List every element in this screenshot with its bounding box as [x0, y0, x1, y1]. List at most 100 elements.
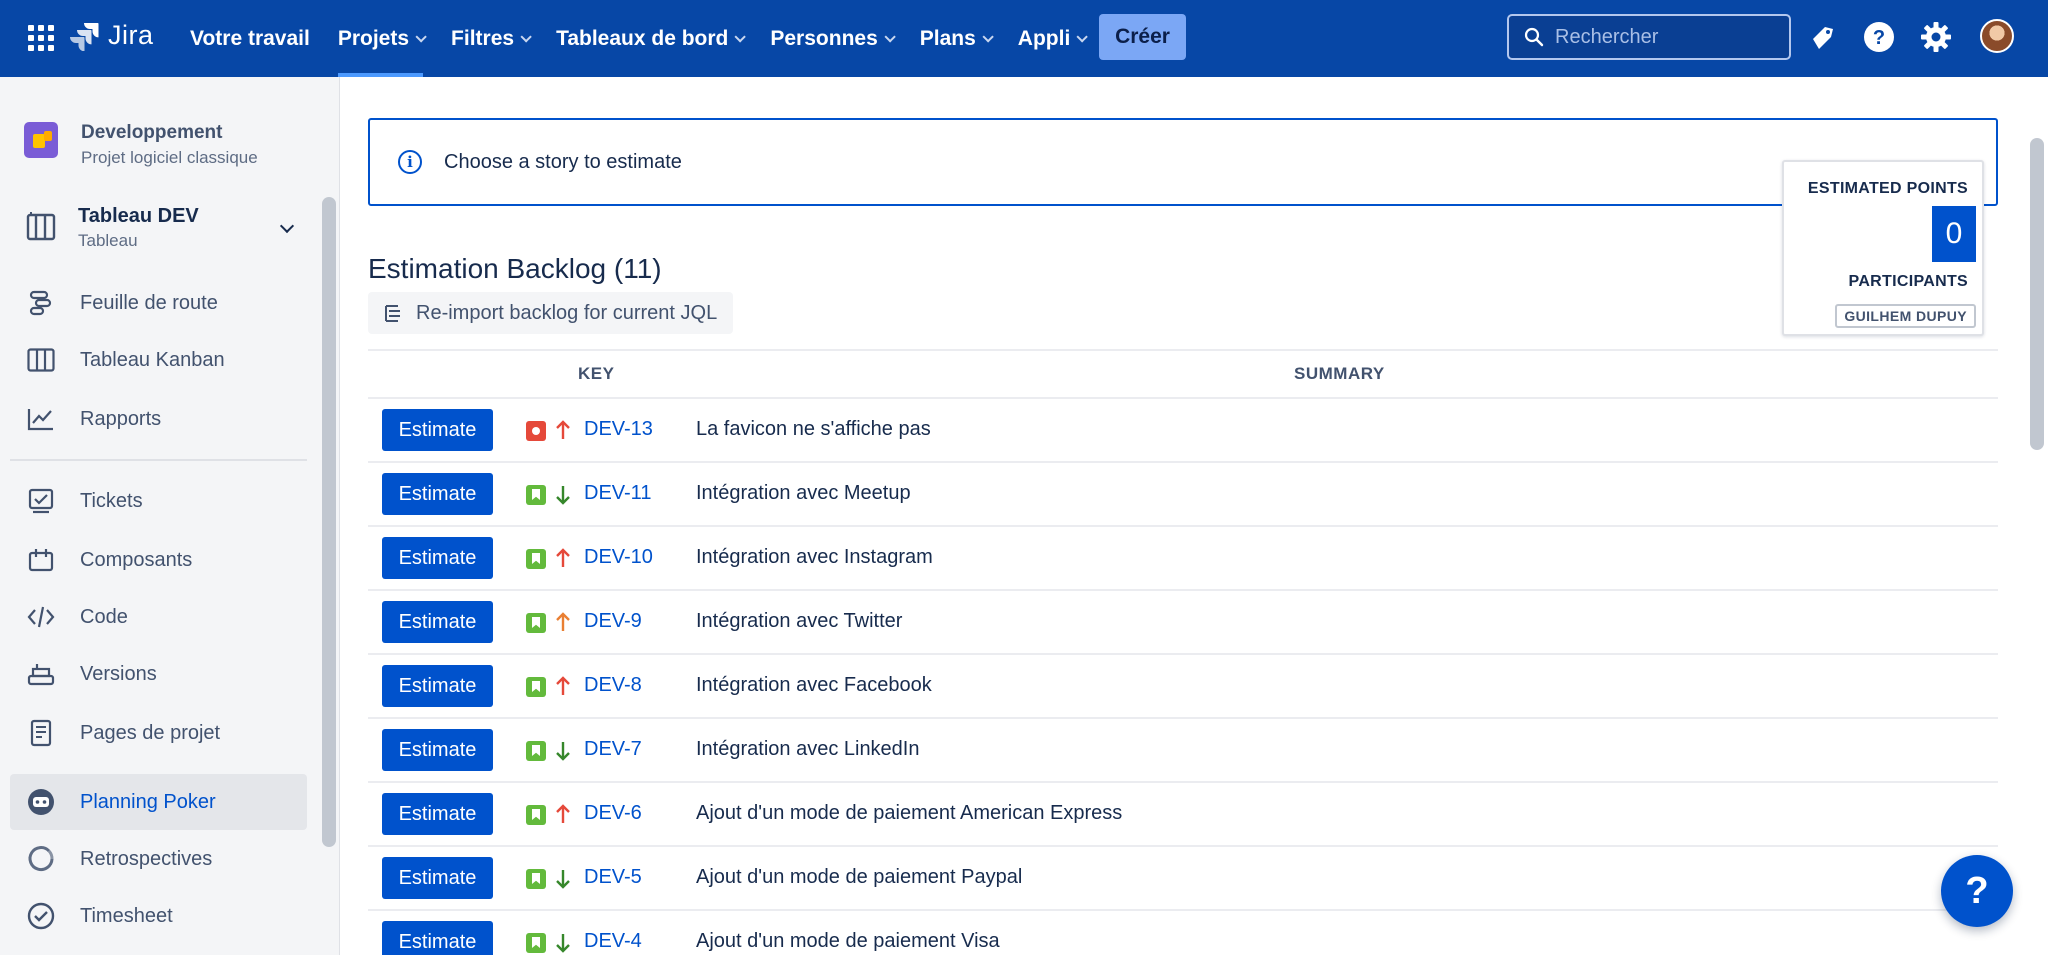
sidebar-item-pages-de-projet[interactable]: Pages de projet — [10, 705, 307, 761]
story-icon — [526, 613, 546, 633]
sidebar-item-composants[interactable]: Composants — [10, 532, 307, 588]
reimport-backlog-button[interactable]: Re-import backlog for current JQL — [368, 292, 734, 334]
search-box[interactable] — [1507, 14, 1791, 60]
settings-gear-icon[interactable] — [1919, 20, 1953, 54]
issue-summary: Intégration avec LinkedIn — [696, 738, 920, 760]
reimport-label: Re-import backlog for current JQL — [416, 301, 718, 324]
priority-down-arrow-icon — [556, 742, 570, 761]
list-icon — [385, 305, 400, 322]
help-button[interactable]: ? — [1941, 855, 2013, 927]
board-selector[interactable]: Tableau DEV Tableau — [26, 205, 298, 265]
search-icon — [1524, 27, 1544, 47]
jira-logo[interactable]: Jira — [70, 20, 154, 51]
issue-key-link[interactable]: DEV-10 — [584, 546, 653, 569]
nav-tableaux-de-bord[interactable]: Tableaux de bord — [542, 0, 756, 77]
board-name: Tableau DEV — [78, 205, 199, 227]
priority-up-arrow-icon — [556, 548, 570, 567]
table-row: Estimate DEV-7 Intégration avec LinkedIn — [368, 719, 1998, 783]
table-row: Estimate DEV-6 Ajout d'un mode de paiement… — [368, 783, 1998, 847]
sidebar-item-label: Tableau Kanban — [80, 348, 225, 371]
issue-summary: Ajout d'un mode de paiement Paypal — [696, 866, 1023, 888]
estimate-button[interactable]: Estimate — [382, 857, 493, 899]
table-row: Estimate DEV-13 La favicon ne s'affiche pa… — [368, 399, 1998, 463]
nav-label: Personnes — [770, 26, 878, 50]
project-header[interactable]: Developpement Projet logiciel classique — [24, 122, 258, 167]
nav-plans[interactable]: Plans — [906, 0, 1004, 77]
issue-key-link[interactable]: DEV-11 — [584, 482, 651, 505]
sidebar-item-versions[interactable]: Versions — [10, 646, 307, 702]
priority-up-arrow-icon — [556, 676, 570, 695]
estimate-button[interactable]: Estimate — [382, 601, 493, 643]
story-icon — [526, 805, 546, 825]
nav-personnes[interactable]: Personnes — [756, 0, 905, 77]
nav-label: Votre travail — [190, 26, 310, 50]
notifications-icon[interactable] — [1806, 20, 1840, 54]
sidebar-item-feuille-de-route[interactable]: Feuille de route — [10, 275, 307, 331]
search-input[interactable] — [1555, 25, 1785, 49]
sidebar-item-retrospectives[interactable]: Retrospectives — [10, 831, 307, 887]
jira-logo-icon — [70, 22, 99, 51]
column-header-summary[interactable]: SUMMARY — [1294, 364, 1385, 384]
sidebar-item-code[interactable]: Code — [10, 589, 307, 645]
sidebar-item-tableau-kanban[interactable]: Tableau Kanban — [10, 332, 307, 388]
nav-filtres[interactable]: Filtres — [437, 0, 542, 77]
sidebar-item-label: Pages de projet — [80, 721, 221, 744]
chevron-down-icon — [1076, 30, 1089, 43]
main-content: i Choose a story to estimate ESTIMATED P… — [342, 77, 2048, 955]
sidebar-item-rapports[interactable]: Rapports — [10, 391, 307, 447]
story-icon — [526, 485, 546, 505]
issue-key-link[interactable]: DEV-13 — [584, 418, 653, 441]
estimate-button[interactable]: Estimate — [382, 537, 493, 579]
priority-up-arrow-icon — [556, 804, 570, 823]
story-icon — [526, 549, 546, 569]
table-row: Estimate DEV-8 Intégration avec Facebook — [368, 655, 1998, 719]
estimate-button[interactable]: Estimate — [382, 409, 493, 451]
main-scrollbar[interactable] — [2030, 138, 2044, 450]
table-row: Estimate DEV-4 Ajout d'un mode de paiement… — [368, 911, 1998, 955]
table-row: Estimate DEV-11 Intégration avec Meetup — [368, 463, 1998, 527]
estimate-button[interactable]: Estimate — [382, 473, 493, 515]
story-icon — [526, 741, 546, 761]
chevron-down-icon — [520, 30, 532, 43]
sidebar-item-planning-poker[interactable]: Planning Poker — [10, 774, 307, 830]
info-banner: i Choose a story to estimate — [368, 118, 1998, 206]
nav-appli[interactable]: Appli — [1004, 0, 1099, 77]
estimate-button[interactable]: Estimate — [382, 729, 493, 771]
issue-key-link[interactable]: DEV-6 — [584, 802, 642, 825]
issue-key-link[interactable]: DEV-9 — [584, 610, 642, 633]
issue-summary: Intégration avec Twitter — [696, 610, 903, 632]
estimate-button[interactable]: Estimate — [382, 793, 493, 835]
issue-key-link[interactable]: DEV-7 — [584, 738, 642, 761]
nav-votre-travail[interactable]: Votre travail — [176, 0, 324, 77]
project-name: Developpement — [81, 122, 223, 143]
create-button[interactable]: Créer — [1099, 14, 1186, 60]
sidebar-item-label: Versions — [80, 662, 157, 685]
retrospectives-icon — [26, 844, 56, 874]
tickets-icon — [26, 486, 56, 516]
sidebar-item-tickets[interactable]: Tickets — [10, 473, 307, 529]
priority-down-arrow-icon — [556, 870, 570, 889]
issue-key-link[interactable]: DEV-5 — [584, 866, 642, 889]
board-type: Tableau — [78, 231, 138, 250]
chevron-down-icon[interactable] — [279, 218, 295, 234]
user-avatar[interactable] — [1980, 19, 2014, 53]
app-switcher-icon[interactable] — [28, 25, 54, 51]
info-icon: i — [398, 150, 422, 174]
nav-projets[interactable]: Projets — [324, 0, 437, 77]
issue-key-link[interactable]: DEV-8 — [584, 674, 642, 697]
sidebar-item-label: Timesheet — [80, 904, 173, 927]
sidebar-item-timesheet[interactable]: Timesheet — [10, 888, 307, 944]
estimate-button[interactable]: Estimate — [382, 665, 493, 707]
issue-key-link[interactable]: DEV-4 — [584, 930, 642, 953]
code-icon — [26, 602, 56, 632]
sidebar-item-label: Rapports — [80, 407, 162, 430]
estimate-button[interactable]: Estimate — [382, 921, 493, 955]
column-header-key[interactable]: KEY — [578, 364, 614, 384]
kanban-icon — [26, 345, 56, 375]
sidebar-scrollbar[interactable] — [322, 197, 336, 847]
table-row: Estimate DEV-10 Intégration avec Instagram — [368, 527, 1998, 591]
components-icon — [26, 545, 56, 575]
nav-label: Plans — [919, 26, 976, 50]
help-icon[interactable]: ? — [1862, 20, 1896, 54]
estimated-points-label: ESTIMATED POINTS — [1807, 180, 1968, 197]
